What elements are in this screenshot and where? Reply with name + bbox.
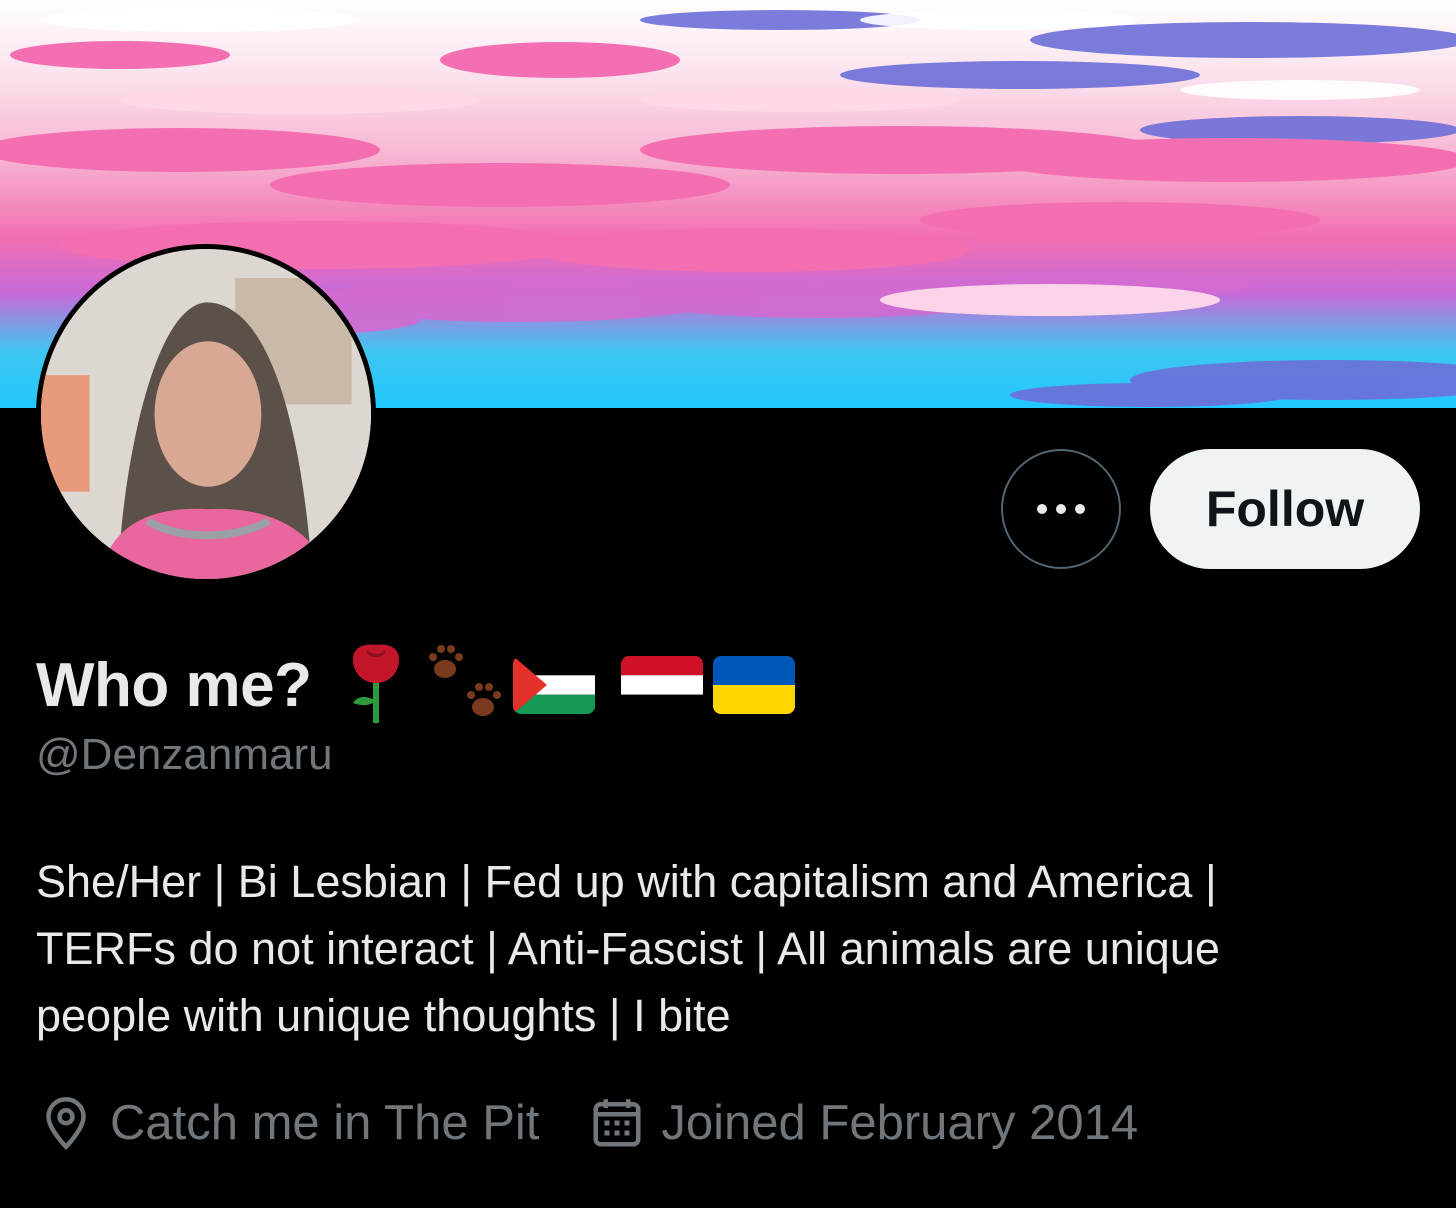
bio-line: people with unique thoughts | I bite	[36, 990, 731, 1041]
display-name: Who me?	[36, 650, 312, 720]
flag-palestine-emoji	[513, 656, 596, 714]
bio-line: TERFs do not interact | Anti-Fascist | A…	[36, 923, 1220, 974]
rose-emoji	[345, 641, 407, 730]
more-options-button[interactable]	[1001, 449, 1121, 569]
follow-button[interactable]: Follow	[1150, 449, 1420, 569]
profile-meta: Catch me in The Pit Joined February 2014	[36, 1088, 1138, 1158]
more-horizontal-icon	[1037, 504, 1047, 514]
more-horizontal-icon-dot	[1075, 504, 1085, 514]
follow-button-label: Follow	[1205, 481, 1365, 537]
profile-handle: @Denzanmaru	[36, 730, 333, 779]
profile-bio: She/Her | Bi Lesbian | Fed up with capit…	[36, 848, 1416, 1049]
avatar-photo-image	[41, 249, 371, 579]
profile-avatar[interactable]	[36, 244, 376, 584]
joined-item: Joined February 2014	[587, 1093, 1138, 1153]
location-pin-icon	[46, 1096, 86, 1150]
more-horizontal-icon-dot	[1056, 504, 1066, 514]
display-name-row: Who me?	[36, 640, 796, 730]
location-item: Catch me in The Pit	[36, 1093, 539, 1153]
location-text: Catch me in The Pit	[110, 1096, 540, 1150]
joined-date-text: Joined February 2014	[661, 1096, 1139, 1150]
calendar-icon	[593, 1099, 641, 1147]
flag-ukraine-emoji	[713, 656, 796, 714]
bio-line: She/Her | Bi Lesbian | Fed up with capit…	[36, 856, 1217, 907]
flag-yemen-emoji	[621, 656, 704, 714]
paw-prints-emoji	[427, 643, 507, 728]
